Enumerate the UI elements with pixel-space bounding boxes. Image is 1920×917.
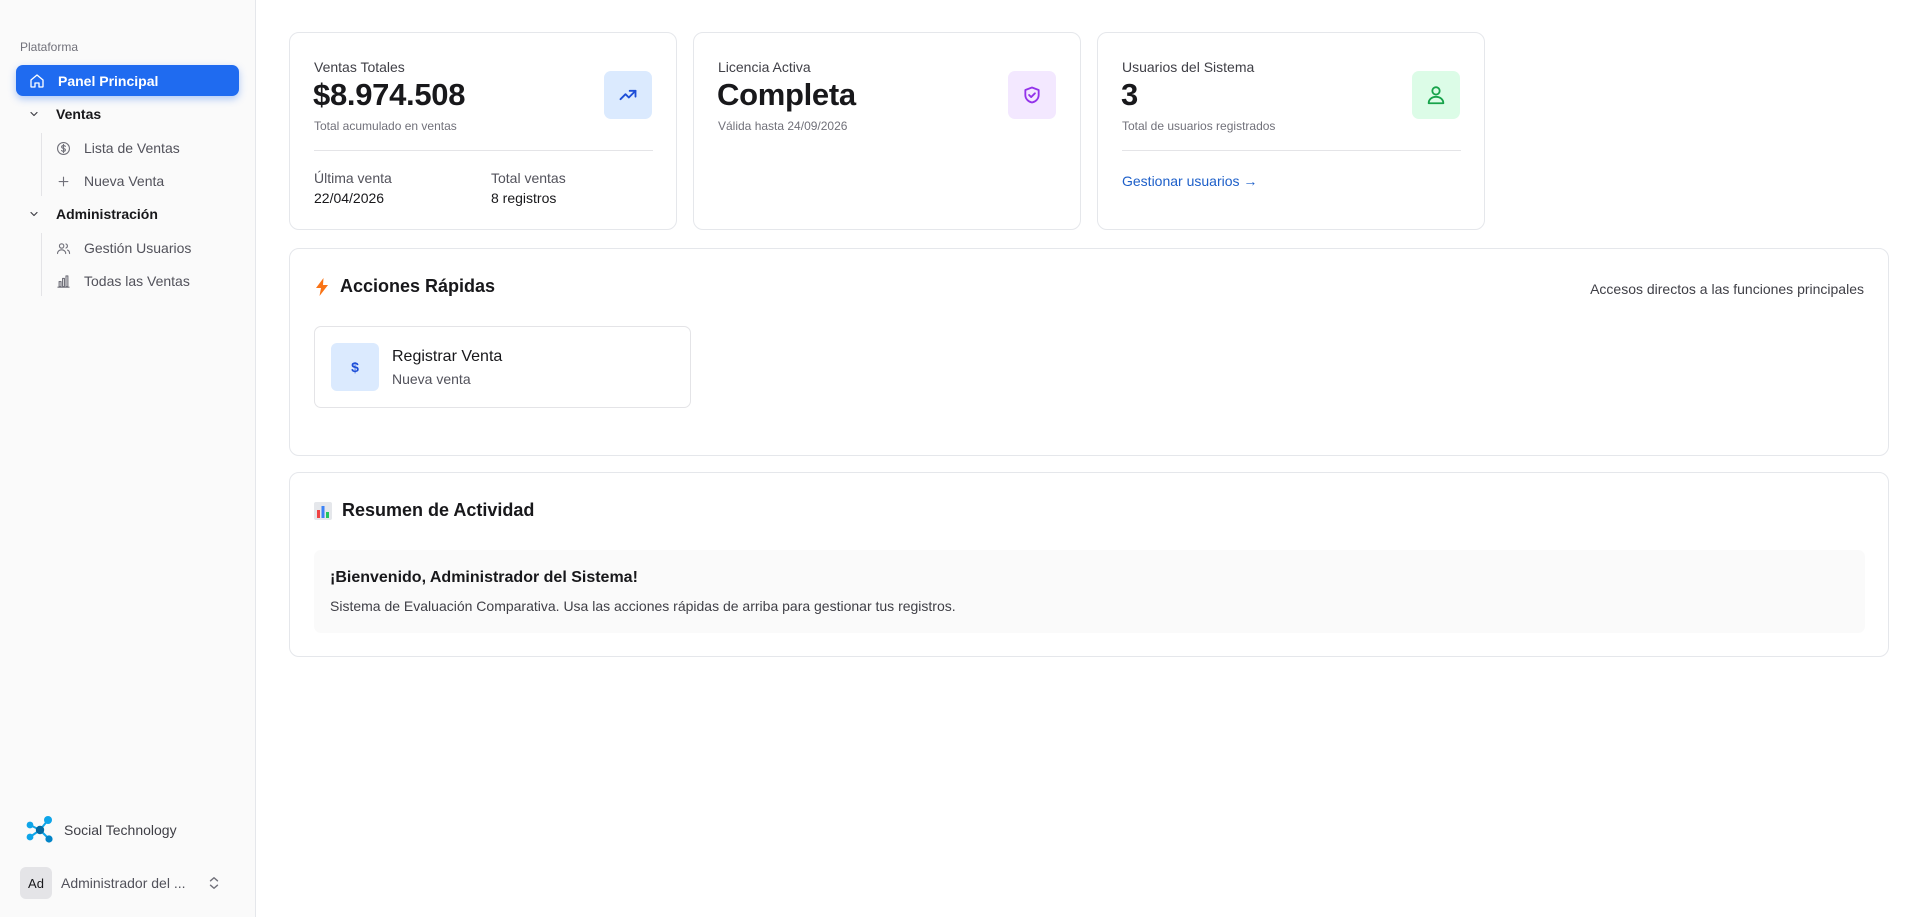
sidebar-section-administracion[interactable]: Administración [16,200,239,228]
register-sale-button[interactable]: $ Registrar Venta Nueva venta [314,326,691,408]
brand: Social Technology [24,814,177,846]
quick-actions-panel: Acciones Rápidas Accesos directos a las … [289,248,1889,456]
shield-check-icon [1008,71,1056,119]
activity-title: Resumen de Actividad [314,500,534,521]
chevrons-up-down-icon [209,877,219,889]
sidebar-section-label: Administración [56,206,158,222]
users-icon [1412,71,1460,119]
dollar-icon: $ [331,343,379,391]
chevron-down-icon [30,111,38,117]
sidebar-item-label: Todas las Ventas [84,273,190,289]
sales-value: $8.974.508 [313,77,466,112]
divider [314,150,653,151]
sidebar-group-label: Plataforma [20,40,79,54]
welcome-box: ¡Bienvenido, Administrador del Sistema! … [314,550,1865,633]
chevron-down-icon [30,211,38,217]
quick-actions-title-text: Acciones Rápidas [340,276,496,296]
lightning-icon [316,277,328,296]
action-title: Registrar Venta [392,348,503,365]
sidebar-item-label: Gestión Usuarios [84,240,192,256]
users-icon [57,242,71,254]
sidebar: Plataforma Panel Principal Ventas Lista … [0,0,256,917]
last-sale-label: Última venta [314,170,392,186]
bar-chart-icon [57,274,70,288]
activity-summary-panel: Resumen de Actividad ¡Bienvenido, Admini… [289,472,1889,657]
license-sub: Válida hasta 24/09/2026 [718,119,848,133]
sidebar-item-todas-ventas[interactable]: Todas las Ventas [56,267,239,295]
total-sales-label: Total ventas [491,170,566,186]
quick-actions-title: Acciones Rápidas [314,276,495,297]
sidebar-item-label: Lista de Ventas [84,140,180,156]
sales-sub: Total acumulado en ventas [314,119,457,133]
license-stat-card: Licencia Activa Completa Válida hasta 24… [693,32,1081,230]
last-sale-value: 22/04/2026 [314,190,385,206]
plus-icon [58,176,69,186]
sidebar-item-nueva-venta[interactable]: Nueva Venta [56,167,239,195]
manage-users-link[interactable]: Gestionar usuarios → [1122,173,1257,189]
tree-line [41,233,42,296]
sidebar-item-lista-ventas[interactable]: Lista de Ventas [56,134,239,162]
sidebar-section-ventas[interactable]: Ventas [16,100,239,128]
welcome-title: ¡Bienvenido, Administrador del Sistema! [330,569,638,586]
divider [1122,150,1461,151]
avatar: Ad [20,867,52,899]
sidebar-item-label: Panel Principal [58,72,159,89]
user-name: Administrador del ... [61,875,186,891]
activity-title-text: Resumen de Actividad [342,500,535,520]
sidebar-item-panel-principal[interactable]: Panel Principal [16,65,239,96]
dollar-circle-icon [57,141,70,155]
molecule-logo-icon [26,816,53,843]
users-value: 3 [1121,77,1138,112]
users-sub: Total de usuarios registrados [1122,119,1276,133]
license-label: Licencia Activa [718,59,811,75]
home-icon [30,73,44,88]
quick-actions-note: Accesos directos a las funciones princip… [1590,281,1864,297]
brand-name: Social Technology [64,822,177,838]
user-menu[interactable]: Ad Administrador del ... [20,867,230,899]
users-label: Usuarios del Sistema [1122,59,1255,75]
trending-up-icon [604,71,652,119]
license-value: Completa [717,77,856,112]
sales-stat-card: Ventas Totales $8.974.508 Total acumulad… [289,32,677,230]
users-stat-card: Usuarios del Sistema 3 Total de usuarios… [1097,32,1485,230]
sales-label: Ventas Totales [314,59,405,75]
sidebar-item-gestion-usuarios[interactable]: Gestión Usuarios [56,234,239,262]
sidebar-section-label: Ventas [56,106,102,122]
action-sub: Nueva venta [392,371,471,387]
tree-line [41,133,42,196]
total-sales-value: 8 registros [491,190,557,206]
sidebar-item-label: Nueva Venta [84,173,165,189]
bar-chart-emoji-icon [314,501,332,520]
welcome-text: Sistema de Evaluación Comparativa. Usa l… [330,598,956,614]
